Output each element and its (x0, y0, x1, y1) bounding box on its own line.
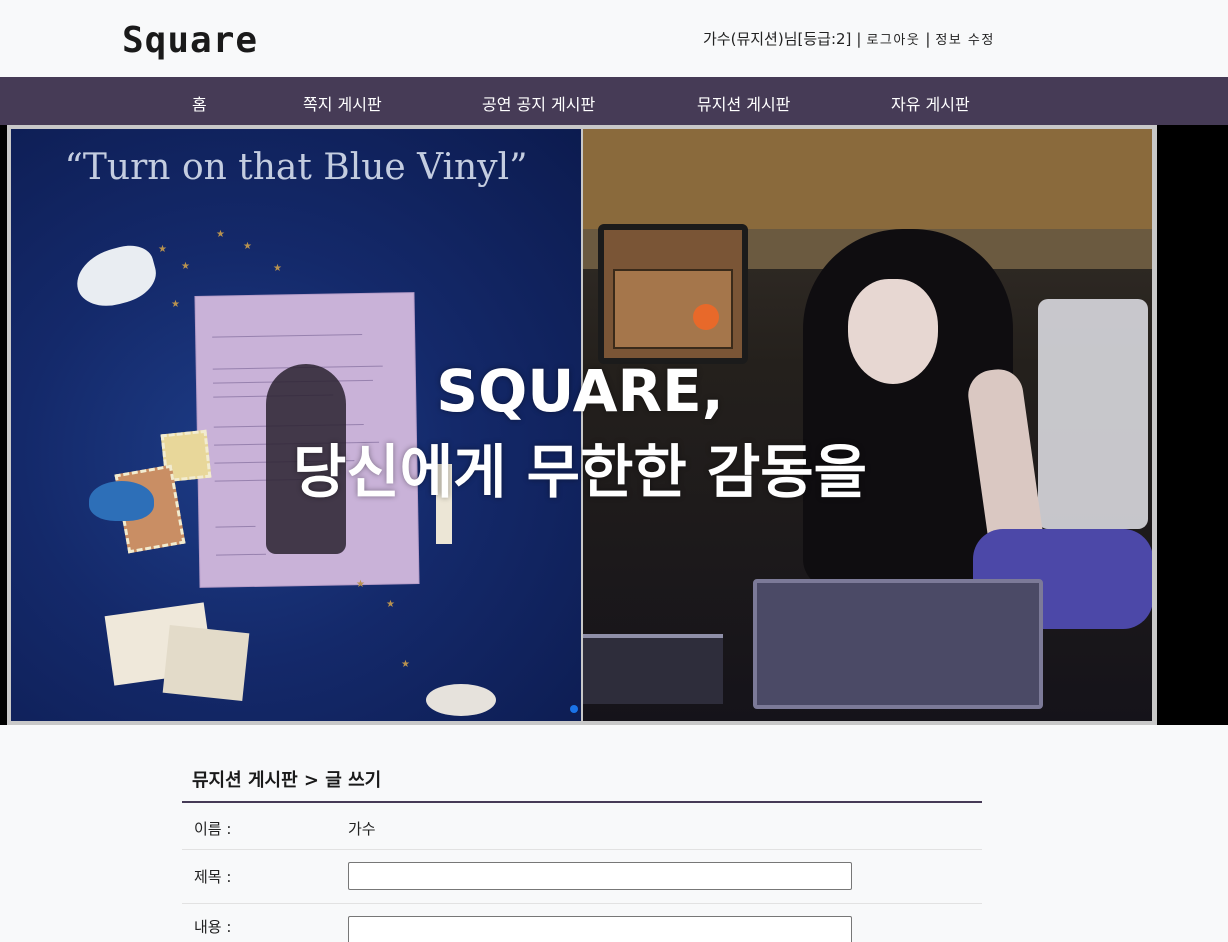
nav-item-concert-notice-board[interactable]: 공연 공지 게시판 (482, 91, 595, 115)
user-bar: 가수(뮤지션)님[등급:2] | 로그아웃 | 정보 수정 (703, 28, 995, 49)
logout-link[interactable]: 로그아웃 (866, 33, 920, 48)
nav-item-message-board[interactable]: 쪽지 게시판 (303, 91, 382, 115)
content-textarea[interactable] (348, 916, 852, 942)
nav-item-free-board[interactable]: 자유 게시판 (891, 91, 970, 115)
edit-profile-link[interactable]: 정보 수정 (935, 33, 994, 48)
carousel-indicator-dot[interactable] (570, 705, 578, 713)
bunny-figurine (426, 684, 496, 716)
name-value: 가수 (348, 820, 376, 838)
subject-input[interactable] (348, 862, 852, 890)
user-info: 가수(뮤지션)님[등급:2] (703, 30, 852, 48)
form-row-subject: 제목 : (182, 850, 982, 904)
nav-item-home[interactable]: 홈 (192, 91, 207, 115)
content-label: 내용 : (194, 918, 232, 936)
main-nav: 홈 쪽지 게시판 공연 공지 게시판 뮤지션 게시판 자유 게시판 (0, 77, 1228, 125)
postcard-image (162, 625, 250, 701)
wood-wall (583, 129, 1152, 229)
flower-vase (693, 304, 719, 330)
nav-item-musician-board[interactable]: 뮤지션 게시판 (697, 91, 790, 115)
form-row-name: 이름 : 가수 (182, 803, 982, 850)
header: Square 가수(뮤지션)님[등급:2] | 로그아웃 | 정보 수정 (0, 0, 1228, 77)
subject-label: 제목 : (194, 868, 232, 886)
album-title: “Turn on that Blue Vinyl” (64, 147, 528, 188)
separator: | (856, 30, 862, 48)
form-row-content: 내용 : (182, 904, 982, 942)
hero-headline: SQUARE, (436, 357, 724, 425)
keyboard (583, 634, 723, 704)
site-logo[interactable]: Square (122, 20, 258, 61)
form-title: 뮤지션 게시판 > 글 쓰기 (192, 770, 382, 791)
dove-illustration (70, 239, 162, 314)
hero-subheadline: 당신에게 무한한 감동을 (293, 438, 867, 506)
synthesizer (753, 579, 1043, 709)
separator: | (925, 30, 931, 48)
name-label: 이름 : (194, 820, 232, 838)
